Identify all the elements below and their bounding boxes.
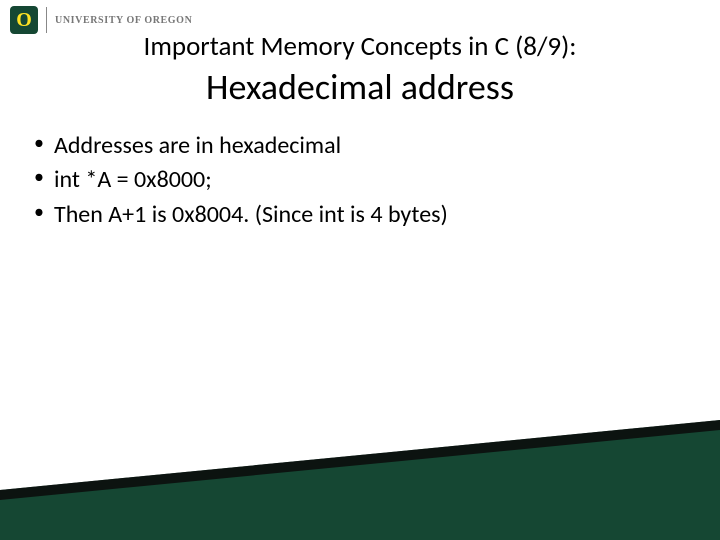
slide: O UNIVERSITY OF OREGON Important Memory … [0,0,720,540]
bullet-list: Addresses are in hexadecimal int *A = 0x… [30,130,690,231]
list-item: Addresses are in hexadecimal [30,130,690,162]
body-content: Addresses are in hexadecimal int *A = 0x… [30,130,690,233]
title-block: Important Memory Concepts in C (8/9): He… [0,30,720,109]
list-item: Then A+1 is 0x8004. (Since int is 4 byte… [30,199,690,231]
title-line-1: Important Memory Concepts in C (8/9): [0,30,720,63]
title-line-2: Hexadecimal address [0,65,720,109]
university-name: UNIVERSITY OF OREGON [55,15,192,26]
footer-decoration [0,420,720,540]
list-item: int *A = 0x8000; [30,164,690,196]
